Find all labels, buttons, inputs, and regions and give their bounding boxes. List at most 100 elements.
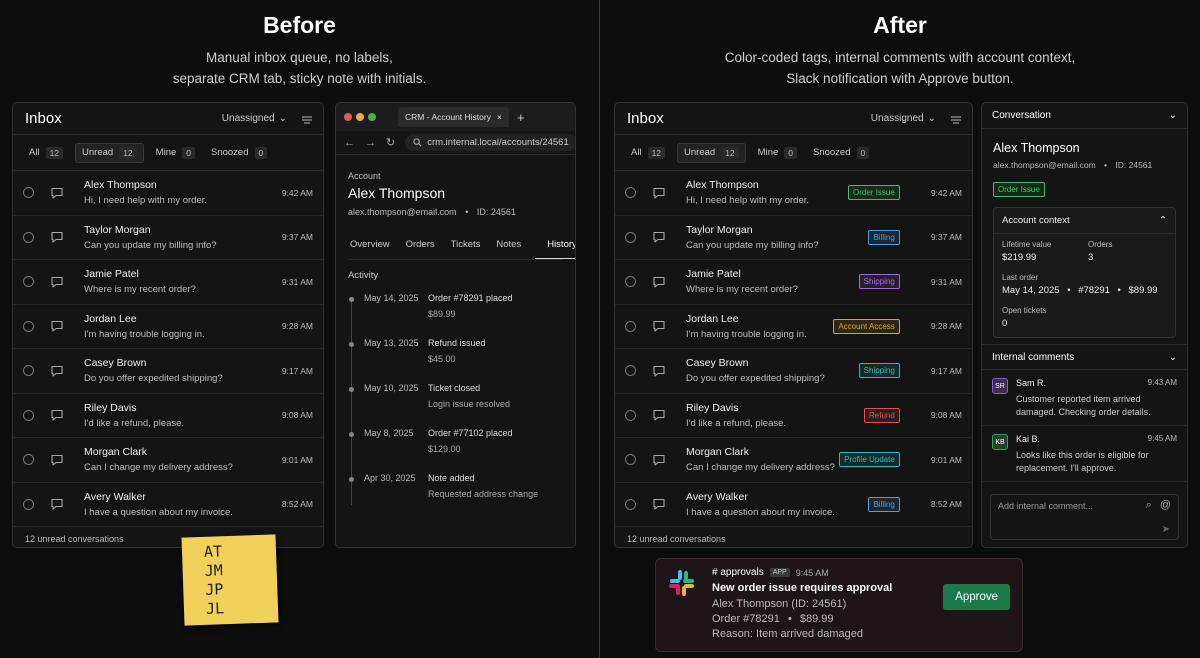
category-tag[interactable]: Refund (864, 407, 900, 423)
category-tag[interactable]: Order Issue (848, 185, 900, 201)
conversation-row[interactable]: Morgan Clark Can I change my delivery add… (615, 438, 972, 483)
internal-comments-header[interactable]: Internal comments ⌄ (982, 344, 1187, 370)
conversation-row[interactable]: Alex Thompson Hi, I need help with my ord… (615, 171, 972, 216)
conversation-row[interactable]: Avery Walker I have a question about my i… (615, 483, 972, 527)
comments-list: SR Sam R. 9:43 AM Customer reported item ar… (982, 370, 1187, 482)
select-radio[interactable] (23, 276, 34, 288)
category-tag[interactable]: Billing (868, 229, 900, 245)
conversation-header[interactable]: Conversation ⌄ (982, 103, 1187, 129)
row-text: Taylor Morgan Can you update my billing i… (686, 224, 868, 251)
orders-value: 3 (1088, 252, 1094, 263)
filter-tab-unread[interactable]: Unread 12 (677, 142, 746, 163)
category-tag[interactable]: Account Access (833, 318, 900, 334)
select-radio[interactable] (23, 320, 34, 332)
select-radio[interactable] (23, 231, 34, 243)
select-radio[interactable] (625, 187, 636, 199)
tab-orders[interactable]: Orders (404, 231, 449, 259)
select-radio[interactable] (23, 454, 34, 466)
mention-icon[interactable]: @ (1160, 499, 1171, 512)
account-email: alex.thompson@email.com (348, 207, 457, 217)
assignment-dropdown[interactable]: Unassigned ⌄ (222, 113, 287, 124)
select-radio[interactable] (625, 454, 636, 466)
conversation-row[interactable]: Morgan Clark Can I change my delivery add… (13, 438, 323, 483)
select-radio[interactable] (625, 365, 636, 377)
reload-icon[interactable]: ↻ (386, 136, 395, 149)
approve-button[interactable]: Approve (943, 584, 1010, 610)
avatar: KB (992, 434, 1008, 450)
close-dot[interactable] (344, 113, 352, 121)
timestamp: 9:01 AM (281, 454, 313, 465)
filter-tab-snoozed[interactable]: Snoozed 0 (809, 143, 873, 163)
select-radio[interactable] (625, 320, 636, 332)
filter-tab-mine[interactable]: Mine 0 (152, 143, 199, 163)
tab-tickets[interactable]: Tickets (449, 231, 495, 259)
conversation-panel: Conversation ⌄ Alex Thompson alex.thomps… (981, 102, 1188, 548)
filter-tab-mine[interactable]: Mine 0 (754, 143, 801, 163)
select-radio[interactable] (625, 231, 636, 243)
chevron-up-icon[interactable]: ⌃ (1159, 215, 1167, 226)
conversation-row[interactable]: Jordan Lee I'm having trouble logging in.… (615, 305, 972, 349)
conversation-tag: Order Issue (993, 182, 1045, 197)
conversation-row[interactable]: Casey Brown Do you offer expedited shippi… (13, 349, 323, 394)
filter-tab-all[interactable]: All 12 (25, 143, 67, 163)
back-icon[interactable]: ← (344, 137, 355, 149)
address-field[interactable]: crm.internal.local/accounts/24561 (405, 134, 575, 151)
assignment-dropdown[interactable]: Unassigned ⌄ (871, 113, 936, 124)
category-tag[interactable]: Shipping (858, 274, 900, 290)
timestamp: 9:37 AM (930, 232, 962, 243)
filter-menu-icon[interactable] (301, 113, 313, 125)
conversation-row[interactable]: Taylor Morgan Can you update my billing i… (615, 216, 972, 260)
browser-tab[interactable]: CRM - Account History × (398, 107, 509, 127)
conversation-row[interactable]: Riley Davis I'd like a refund, please. 9:0… (13, 394, 323, 438)
message-preview: I have a question about my invoice. (686, 506, 835, 518)
select-radio[interactable] (625, 498, 636, 510)
close-icon[interactable]: × (497, 112, 502, 122)
send-icon[interactable]: ➤ (1162, 524, 1170, 535)
select-radio[interactable] (23, 187, 34, 199)
conversation-row[interactable]: Alex Thompson Hi, I need help with my ord… (13, 171, 323, 216)
select-radio[interactable] (625, 276, 636, 288)
activity-detail: $89.99 (428, 309, 456, 319)
category-tag[interactable]: Billing (868, 496, 900, 512)
row-text: Taylor Morgan Can you update my billing i… (84, 224, 282, 251)
select-radio[interactable] (625, 409, 636, 421)
tab-notes[interactable]: Notes (494, 231, 535, 259)
chevron-down-icon[interactable]: ⌄ (1169, 110, 1177, 121)
timeline-dot (349, 387, 354, 392)
tab-history[interactable]: History (535, 231, 575, 259)
after-subtitle-1: Color-coded tags, internal comments with… (724, 50, 1076, 65)
sticky-initials: JM (204, 561, 224, 580)
chevron-down-icon[interactable]: ⌄ (1169, 352, 1177, 363)
filter-tabs: All 12 Unread 12 Mine 0 Snoozed 0 (615, 135, 972, 171)
attachment-icon[interactable]: ⌕ (1146, 499, 1152, 512)
forward-icon[interactable]: → (365, 137, 376, 149)
comment-input[interactable]: Add internal comment... ⌕ @ ➤ (990, 494, 1179, 540)
conversation-row[interactable]: Casey Brown Do you offer expedited shippi… (615, 349, 972, 394)
account-context-header[interactable]: Account context ⌃ (994, 208, 1175, 234)
new-tab-icon[interactable]: + (517, 110, 525, 125)
maximize-dot[interactable] (368, 113, 376, 121)
activity-title: Order #78291 placed (428, 293, 513, 303)
conversation-row[interactable]: Jordan Lee I'm having trouble logging in.… (13, 305, 323, 349)
minimize-dot[interactable] (356, 113, 364, 121)
chat-bubble-icon (648, 360, 670, 382)
select-radio[interactable] (23, 498, 34, 510)
category-tag[interactable]: Profile Update (839, 452, 900, 468)
conversation-row[interactable]: Jamie Patel Where is my recent order? Ship… (615, 260, 972, 305)
filter-tab-all[interactable]: All 12 (627, 143, 669, 163)
conversation-row[interactable]: Taylor Morgan Can you update my billing i… (13, 216, 323, 260)
conversation-row[interactable]: Riley Davis I'd like a refund, please. Ref… (615, 394, 972, 438)
filter-menu-icon[interactable] (950, 113, 962, 125)
timeline-dot (349, 297, 354, 302)
tab-overview[interactable]: Overview (348, 231, 404, 259)
conversation-row[interactable]: Jamie Patel Where is my recent order? 9:31… (13, 260, 323, 305)
conversation-row[interactable]: Avery Walker I have a question about my i… (13, 483, 323, 527)
comment-header: Sam R. 9:43 AM (1016, 378, 1177, 388)
select-radio[interactable] (23, 409, 34, 421)
comment-body: Sam R. 9:43 AM Customer reported item arri… (1016, 378, 1177, 419)
row-text: Morgan Clark Can I change my delivery add… (686, 446, 839, 473)
category-tag[interactable]: Shipping (858, 363, 900, 379)
filter-tab-snoozed[interactable]: Snoozed 0 (207, 143, 271, 163)
select-radio[interactable] (23, 365, 34, 377)
filter-tab-unread[interactable]: Unread 12 (75, 142, 144, 163)
